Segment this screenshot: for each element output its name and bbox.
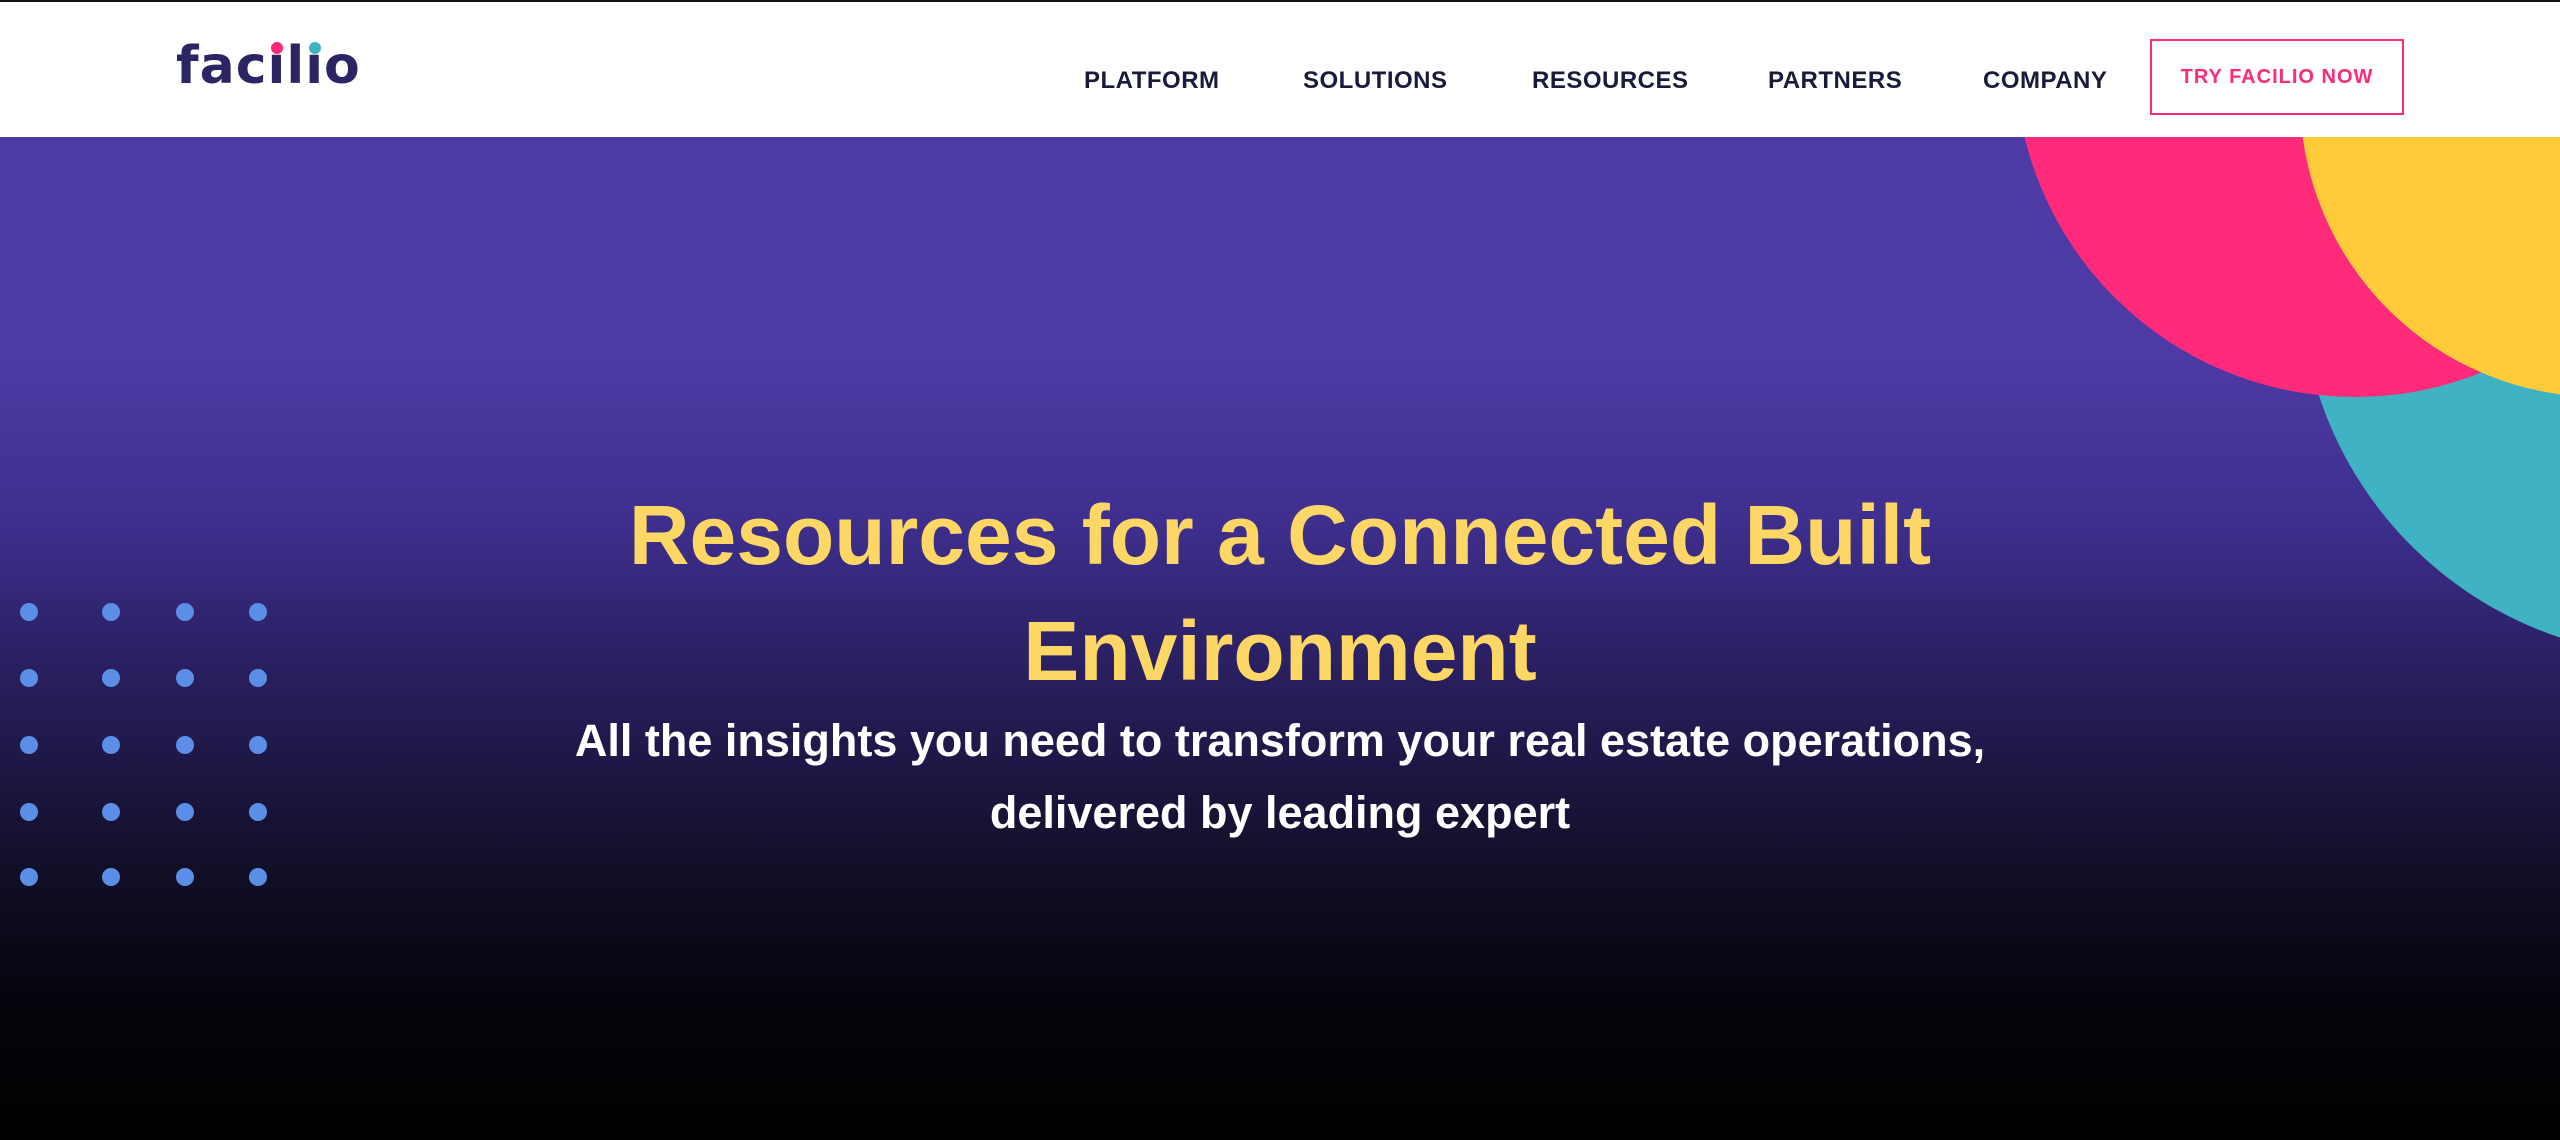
- decorative-dot: [176, 736, 194, 754]
- nav-solutions[interactable]: SOLUTIONS: [1303, 67, 1448, 95]
- decorative-dot: [176, 803, 194, 821]
- decorative-dot: [102, 669, 120, 687]
- decorative-dot: [249, 803, 267, 821]
- hero-subtitle: All the insights you need to transform y…: [574, 715, 1986, 838]
- decorative-dot: [176, 868, 194, 886]
- logo-dot-teal: [308, 42, 321, 54]
- decorative-dot: [249, 669, 267, 687]
- facilio-logo[interactable]: facı lı o: [176, 40, 361, 92]
- site-header: facı lı o PLATFORM SOLUTIONS RESOURCES PAR…: [0, 0, 2560, 137]
- logo-i-second: ı: [305, 36, 325, 96]
- decorative-dot: [249, 736, 267, 754]
- hero-section: Resources for a Connected Built Environm…: [0, 137, 2560, 1140]
- decorative-dot: [20, 868, 38, 886]
- nav-resources[interactable]: RESOURCES: [1532, 67, 1689, 95]
- logo-i-teal: ı: [267, 36, 287, 96]
- decorative-dot: [20, 803, 38, 821]
- logo-dot-pink: [270, 42, 283, 54]
- decorative-dot: [102, 736, 120, 754]
- decorative-dot: [102, 868, 120, 886]
- decorative-dot: [249, 868, 267, 886]
- nav-platform[interactable]: PLATFORM: [1084, 67, 1220, 95]
- hero-title: Resources for a Connected Built Environm…: [628, 488, 1932, 698]
- decorative-dot: [176, 669, 194, 687]
- page: facı lı o PLATFORM SOLUTIONS RESOURCES PAR…: [0, 0, 2560, 1140]
- decorative-dot: [20, 736, 38, 754]
- decorative-dot: [249, 603, 267, 621]
- decorative-dot: [102, 603, 120, 621]
- decorative-dot-grid: [20, 603, 280, 886]
- decorative-dot: [102, 803, 120, 821]
- decorative-dot: [20, 669, 38, 687]
- decorative-dot: [176, 603, 194, 621]
- try-facilio-now-button[interactable]: TRY FACILIO NOW: [2150, 39, 2404, 115]
- nav-partners[interactable]: PARTNERS: [1768, 67, 1902, 95]
- nav-company[interactable]: COMPANY: [1983, 67, 2107, 95]
- decorative-dot: [20, 603, 38, 621]
